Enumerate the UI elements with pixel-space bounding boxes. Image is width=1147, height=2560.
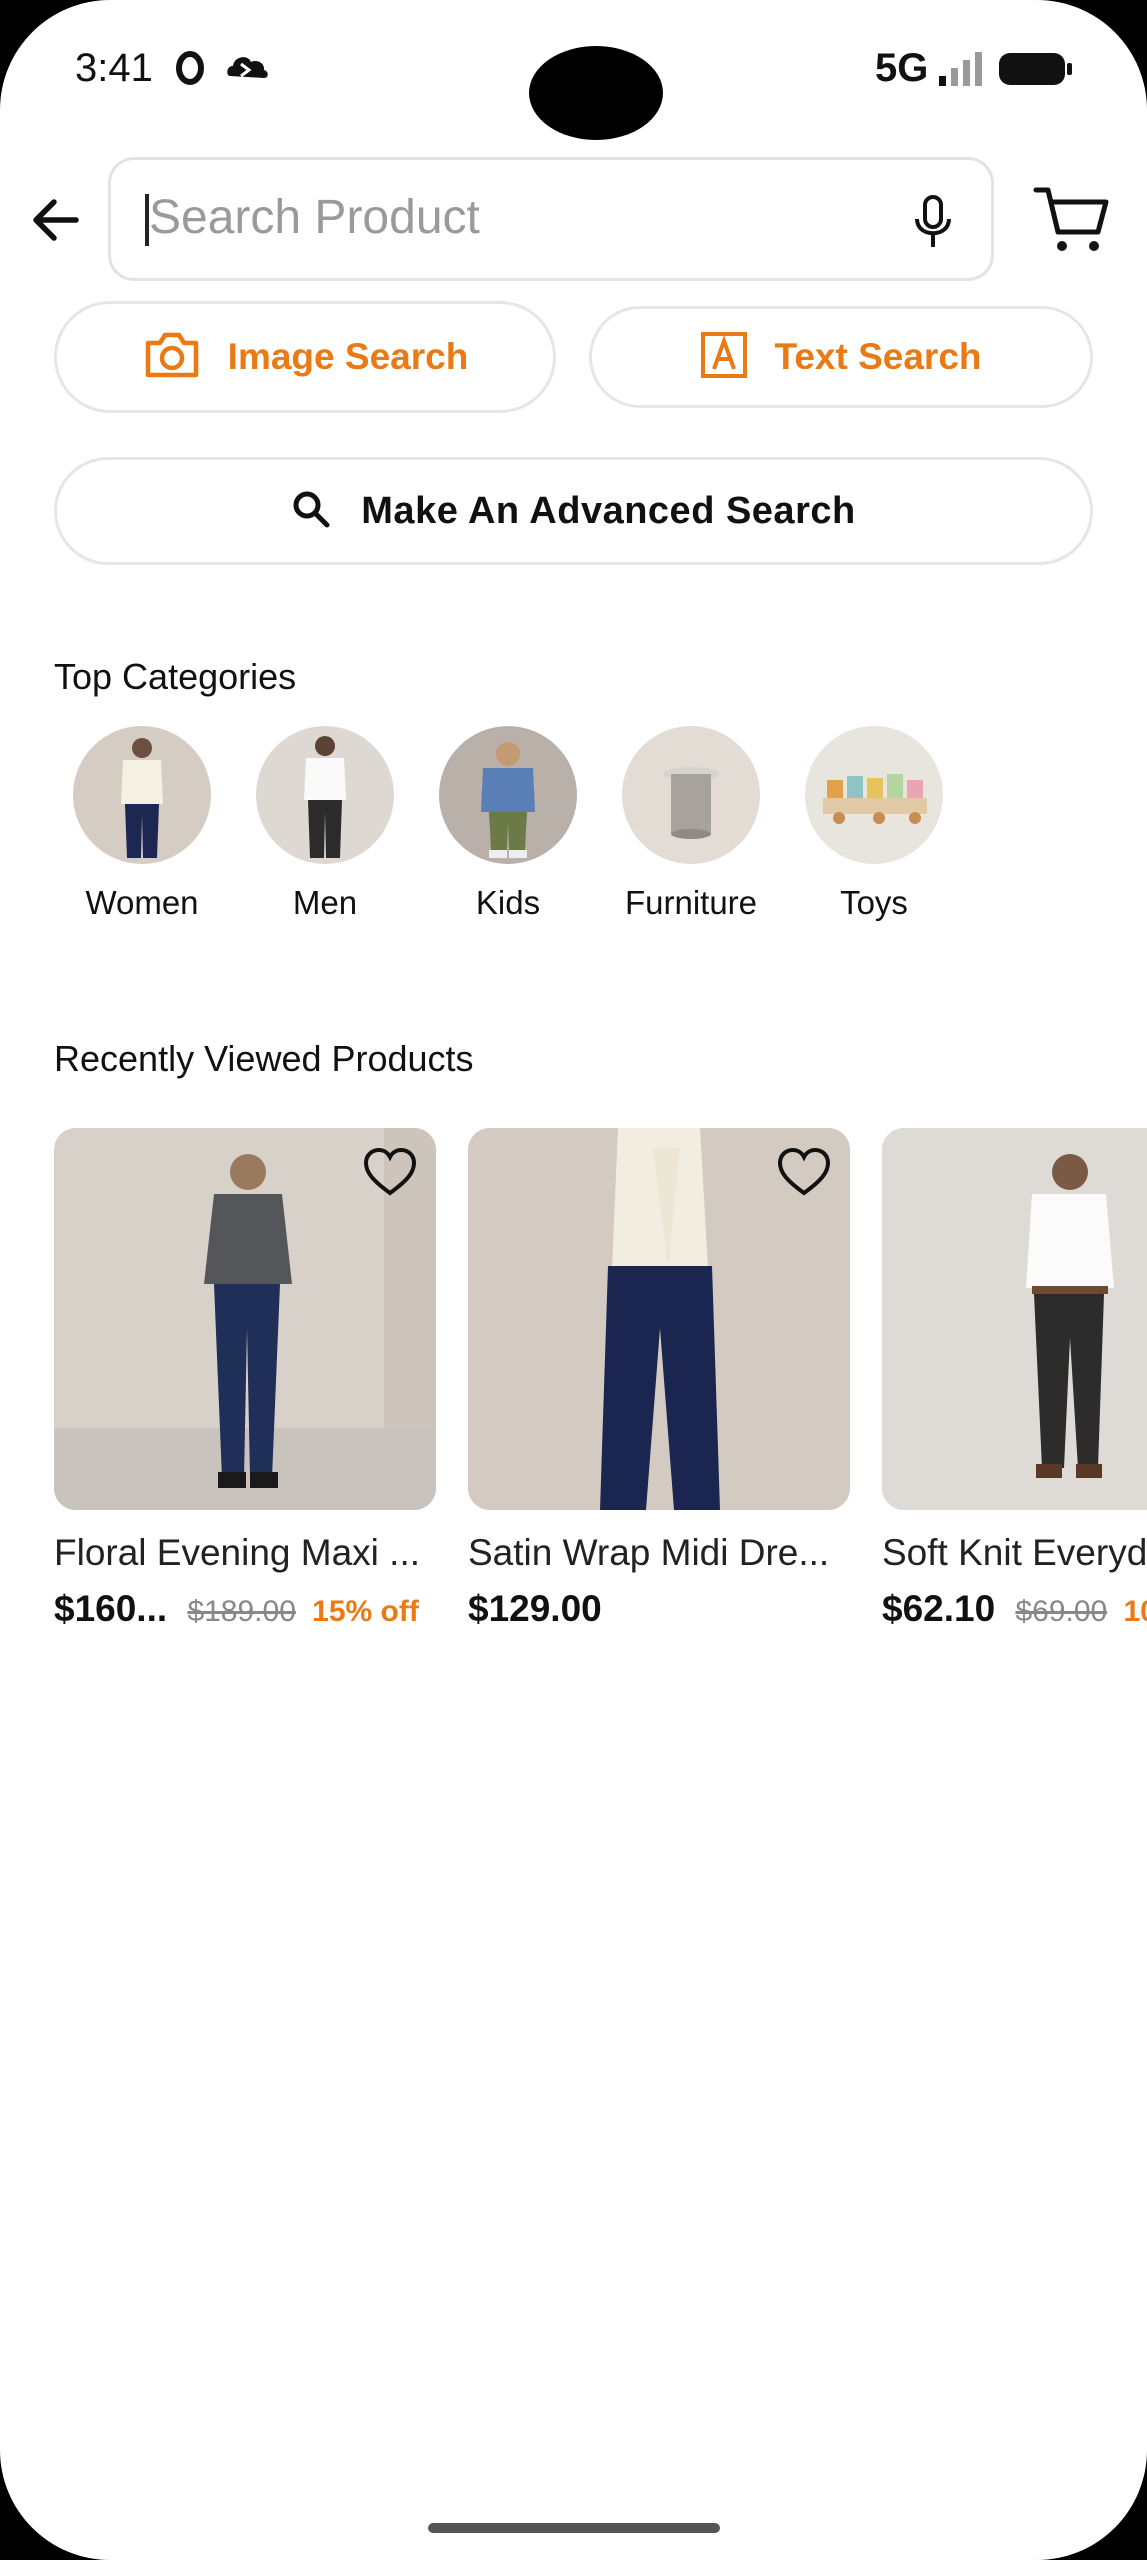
microphone-icon[interactable] — [908, 194, 958, 250]
image-search-label: Image Search — [227, 336, 469, 377]
text-search-label: Text Search — [774, 336, 982, 377]
toys-thumbnail — [805, 726, 943, 864]
category-label: Furniture — [624, 884, 758, 921]
product-card[interactable]: Floral Evening Maxi ... $160... $189.00 … — [54, 1128, 436, 1630]
image-search-button[interactable]: Image Search — [54, 301, 556, 413]
signal-icon — [937, 50, 985, 93]
product-old-price: $189.00 — [187, 1595, 296, 1628]
favorite-heart-icon[interactable] — [776, 1146, 832, 1198]
top-categories-heading: Top Categories — [54, 656, 297, 697]
product-price-row: $129.00 — [468, 1588, 850, 1630]
men-thumbnail — [256, 726, 394, 864]
search-placeholder: Search Product — [149, 191, 480, 244]
product-discount: 10 — [1123, 1595, 1147, 1628]
product-old-price: $69.00 — [1015, 1595, 1108, 1628]
category-label: Toys — [840, 884, 908, 921]
status-time: 3:41 — [75, 46, 153, 90]
furniture-thumbnail — [622, 726, 760, 864]
product-card[interactable]: Soft Knit Everyd $62.10 $69.00 10 — [882, 1128, 1147, 1630]
category-toys[interactable]: Toys — [804, 726, 944, 922]
category-label: Kids — [475, 884, 541, 921]
shopping-cart-icon[interactable] — [1032, 184, 1112, 256]
kids-thumbnail — [439, 726, 577, 864]
app-screen: 3:41 5G Search Product Image Search Text… — [0, 0, 1147, 2560]
product-title: Floral Evening Maxi ... — [54, 1532, 421, 1573]
category-label: Men — [292, 884, 358, 921]
category-label: Women — [85, 884, 199, 921]
opera-icon — [176, 50, 204, 91]
category-kids[interactable]: Kids — [438, 726, 578, 922]
camera-icon — [142, 329, 202, 386]
product-title: Satin Wrap Midi Dre... — [468, 1532, 830, 1573]
text-search-button[interactable]: Text Search — [589, 306, 1093, 408]
cloud-icon — [224, 50, 270, 89]
product-discount: 15% off — [312, 1595, 419, 1628]
product-price: $62.10 — [882, 1588, 996, 1629]
search-icon — [291, 489, 331, 534]
text-a-icon — [700, 331, 748, 384]
front-camera — [529, 46, 663, 140]
advanced-search-button[interactable]: Make An Advanced Search — [54, 457, 1093, 565]
category-furniture[interactable]: Furniture — [621, 726, 761, 922]
product-price: $129.00 — [468, 1588, 602, 1629]
search-input[interactable]: Search Product — [108, 157, 994, 281]
recently-viewed-heading: Recently Viewed Products — [54, 1038, 474, 1079]
product-image — [54, 1128, 436, 1510]
product-card[interactable]: Satin Wrap Midi Dre... $129.00 — [468, 1128, 850, 1630]
product-image — [468, 1128, 850, 1510]
product-title: Soft Knit Everyd — [882, 1532, 1147, 1573]
advanced-search-label: Make An Advanced Search — [361, 489, 856, 532]
product-price-row: $160... $189.00 15% off — [54, 1588, 436, 1630]
women-thumbnail — [73, 726, 211, 864]
product-image — [882, 1128, 1147, 1510]
product-price: $160... — [54, 1588, 168, 1629]
battery-icon — [998, 52, 1074, 91]
favorite-heart-icon[interactable] — [362, 1146, 418, 1198]
back-arrow-icon[interactable] — [26, 190, 86, 250]
status-bar: 3:41 5G — [0, 0, 1147, 140]
home-indicator[interactable] — [428, 2523, 720, 2533]
product-price-row: $62.10 $69.00 10 — [882, 1588, 1147, 1630]
network-label: 5G — [875, 46, 929, 90]
category-men[interactable]: Men — [255, 726, 395, 922]
category-women[interactable]: Women — [72, 726, 212, 922]
